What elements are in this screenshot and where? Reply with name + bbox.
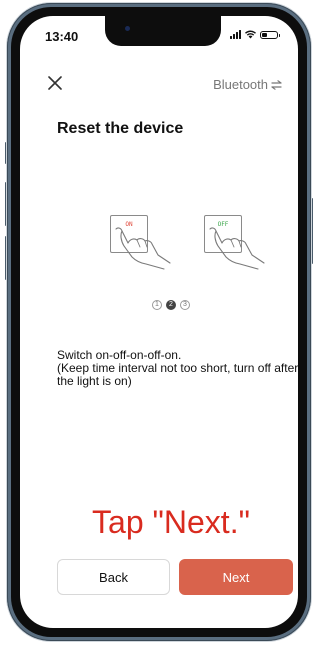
pager-dot-1: 1 — [152, 300, 162, 310]
status-time: 13:40 — [45, 29, 79, 44]
page: 13:40 Bluetooth Reset the device ON OFF … — [0, 0, 318, 646]
battery-icon — [260, 30, 280, 39]
phone-frame: 13:40 Bluetooth Reset the device ON OFF … — [7, 3, 311, 641]
step-pager: 1 2 3 — [20, 300, 298, 310]
finger-press-icon — [115, 227, 171, 270]
bluetooth-mode-toggle[interactable]: Bluetooth — [213, 77, 282, 92]
phone-bezel: 13:40 Bluetooth Reset the device ON OFF … — [11, 7, 307, 637]
switch-on-illustration: ON — [106, 211, 174, 273]
instruction-line-2: (Keep time interval not too short, turn … — [57, 361, 298, 388]
next-button[interactable]: Next — [179, 559, 293, 595]
cellular-signal-icon — [230, 30, 241, 39]
back-button[interactable]: Back — [57, 559, 170, 595]
phone-screen: 13:40 Bluetooth Reset the device ON OFF … — [20, 16, 298, 628]
tap-next-hint: Tap "Next." — [92, 504, 250, 540]
pager-dot-2-active: 2 — [166, 300, 176, 310]
mode-label: Bluetooth — [213, 77, 268, 92]
close-icon — [48, 76, 62, 90]
instruction-text: Switch on-off-on-off-on. (Keep time inte… — [57, 349, 298, 388]
notch — [105, 16, 221, 46]
page-title: Reset the device — [57, 120, 184, 137]
finger-press-icon — [209, 227, 265, 270]
swap-arrows-icon — [271, 79, 282, 90]
front-camera — [125, 26, 130, 31]
wifi-icon — [245, 30, 256, 39]
switch-off-illustration: OFF — [200, 211, 268, 273]
close-button[interactable] — [45, 74, 65, 94]
status-icons — [230, 30, 280, 39]
pager-dot-3: 3 — [180, 300, 190, 310]
